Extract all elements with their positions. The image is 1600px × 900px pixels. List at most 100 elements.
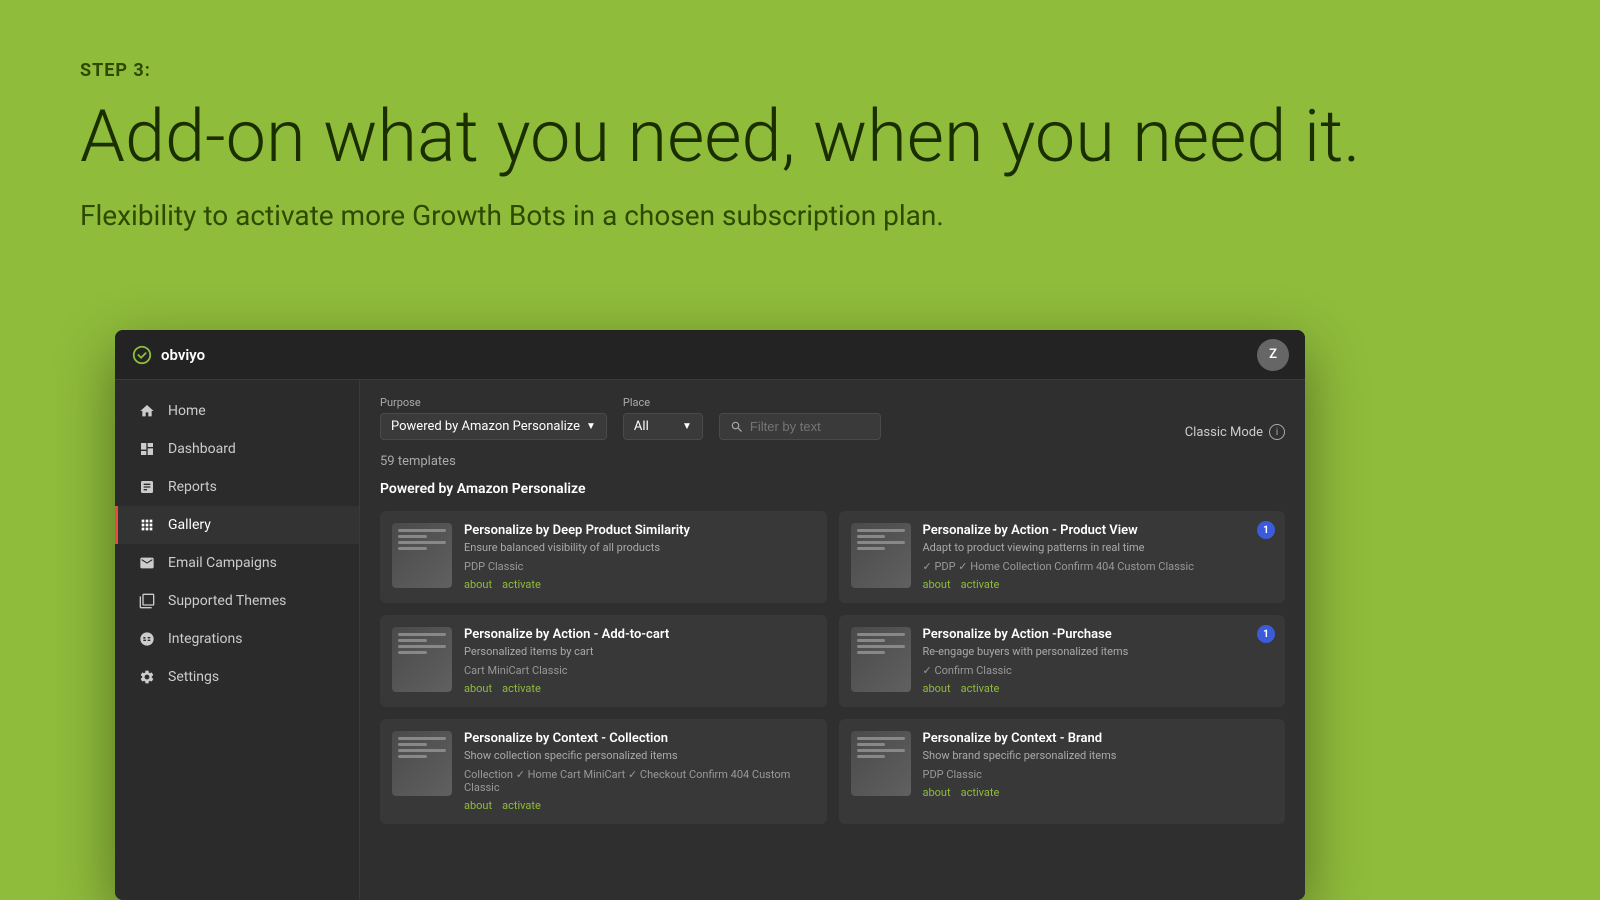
template-name: Personalize by Context - Brand (923, 731, 1274, 746)
app-window: obviyo Z Home Dashboard (115, 330, 1305, 900)
template-card: Personalize by Context - Collection Show… (380, 719, 827, 824)
sidebar-label-gallery: Gallery (168, 517, 211, 533)
template-actions: about activate (923, 682, 1274, 695)
sidebar-item-home[interactable]: Home (115, 392, 359, 430)
search-input[interactable] (750, 419, 870, 434)
template-action-about[interactable]: about (923, 578, 951, 591)
step-label: STEP 3: (80, 60, 1520, 81)
template-name: Personalize by Deep Product Similarity (464, 523, 815, 538)
template-tags: Collection ✓ Home Cart MiniCart ✓ Checko… (464, 768, 815, 794)
template-actions: about activate (464, 682, 815, 695)
template-action-activate[interactable]: activate (502, 578, 541, 591)
sidebar-label-supported-themes: Supported Themes (168, 593, 286, 609)
template-action-about[interactable]: about (923, 786, 951, 799)
email-icon (138, 554, 156, 572)
search-icon (730, 420, 744, 434)
settings-icon (138, 668, 156, 686)
template-card: Personalize by Deep Product Similarity E… (380, 511, 827, 603)
template-thumbnail (851, 731, 911, 796)
template-info: Personalize by Deep Product Similarity E… (464, 523, 815, 591)
app-logo: obviyo (131, 344, 205, 366)
template-card: Personalize by Action - Add-to-cart Pers… (380, 615, 827, 707)
template-actions: about activate (923, 578, 1274, 591)
purpose-filter-group: Purpose Powered by Amazon Personalize ▼ (380, 396, 607, 440)
template-description: Show collection specific personalized it… (464, 749, 815, 762)
home-icon (138, 402, 156, 420)
template-tags: ✓ PDP ✓ Home Collection Confirm 404 Cust… (923, 560, 1274, 573)
template-action-about[interactable]: about (464, 578, 492, 591)
template-description: Show brand specific personalized items (923, 749, 1274, 762)
template-name: Personalize by Context - Collection (464, 731, 815, 746)
template-name: Personalize by Action - Add-to-cart (464, 627, 815, 642)
classic-mode: Classic Mode i (1185, 424, 1285, 440)
place-filter-group: Place All ▼ (623, 396, 703, 440)
app-topbar: obviyo Z (115, 330, 1305, 380)
chevron-down-icon: ▼ (586, 421, 596, 432)
template-card: Personalize by Action - Product View Ada… (839, 511, 1286, 603)
sidebar-label-email-campaigns: Email Campaigns (168, 555, 277, 571)
purpose-select[interactable]: Powered by Amazon Personalize ▼ (380, 413, 607, 440)
template-thumbnail (851, 627, 911, 692)
chevron-down-icon: ▼ (682, 421, 692, 432)
template-action-about[interactable]: about (923, 682, 951, 695)
classic-mode-label: Classic Mode (1185, 425, 1263, 440)
sidebar-item-settings[interactable]: Settings (115, 658, 359, 696)
info-icon: i (1269, 424, 1285, 440)
template-actions: about activate (923, 786, 1274, 799)
purpose-label: Purpose (380, 396, 607, 409)
template-description: Personalized items by cart (464, 645, 815, 658)
template-description: Re-engage buyers with personalized items (923, 645, 1274, 658)
sidebar-item-supported-themes[interactable]: Supported Themes (115, 582, 359, 620)
section-title: Powered by Amazon Personalize (380, 481, 1285, 497)
sidebar-item-email-campaigns[interactable]: Email Campaigns (115, 544, 359, 582)
template-action-activate[interactable]: activate (961, 578, 1000, 591)
template-thumbnail (392, 627, 452, 692)
user-avatar[interactable]: Z (1257, 339, 1289, 371)
template-actions: about activate (464, 799, 815, 812)
template-info: Personalize by Action - Add-to-cart Pers… (464, 627, 815, 695)
template-tags: ✓ Confirm Classic (923, 664, 1274, 677)
template-tags: Cart MiniCart Classic (464, 664, 815, 677)
main-heading: Add-on what you need, when you need it. (80, 97, 1520, 176)
template-info: Personalize by Action - Product View Ada… (923, 523, 1274, 591)
template-action-activate[interactable]: activate (961, 682, 1000, 695)
place-select[interactable]: All ▼ (623, 413, 703, 440)
template-actions: about activate (464, 578, 815, 591)
template-info: Personalize by Context - Brand Show bran… (923, 731, 1274, 812)
template-action-activate[interactable]: activate (502, 799, 541, 812)
template-info: Personalize by Action -Purchase Re-engag… (923, 627, 1274, 695)
template-name: Personalize by Action -Purchase (923, 627, 1274, 642)
sidebar-item-dashboard[interactable]: Dashboard (115, 430, 359, 468)
sidebar-label-settings: Settings (168, 669, 219, 685)
filters-row: Purpose Powered by Amazon Personalize ▼ … (380, 396, 1285, 440)
sidebar-item-gallery[interactable]: Gallery (115, 506, 359, 544)
template-card: Personalize by Context - Brand Show bran… (839, 719, 1286, 824)
template-thumbnail (392, 731, 452, 796)
templates-count: 59 templates (380, 454, 1285, 469)
template-action-activate[interactable]: activate (502, 682, 541, 695)
place-select-value: All (634, 419, 649, 434)
obviyo-logo-icon (131, 344, 153, 366)
themes-icon (138, 592, 156, 610)
template-badge: 1 (1257, 521, 1275, 539)
template-name: Personalize by Action - Product View (923, 523, 1274, 538)
purpose-select-value: Powered by Amazon Personalize (391, 419, 580, 434)
search-box[interactable] (719, 413, 881, 440)
sidebar-item-reports[interactable]: Reports (115, 468, 359, 506)
app-body: Home Dashboard Reports Gal (115, 380, 1305, 900)
sidebar-label-home: Home (168, 403, 206, 419)
template-card: Personalize by Action -Purchase Re-engag… (839, 615, 1286, 707)
template-tags: PDP Classic (923, 768, 1274, 781)
app-logo-text: obviyo (161, 346, 205, 364)
sidebar-label-reports: Reports (168, 479, 217, 495)
main-content: Purpose Powered by Amazon Personalize ▼ … (360, 380, 1305, 900)
template-action-about[interactable]: about (464, 682, 492, 695)
template-action-activate[interactable]: activate (961, 786, 1000, 799)
sidebar-item-integrations[interactable]: Integrations (115, 620, 359, 658)
sidebar-label-dashboard: Dashboard (168, 441, 236, 457)
template-info: Personalize by Context - Collection Show… (464, 731, 815, 812)
template-badge: 1 (1257, 625, 1275, 643)
template-action-about[interactable]: about (464, 799, 492, 812)
integrations-icon (138, 630, 156, 648)
sidebar-label-integrations: Integrations (168, 631, 242, 647)
